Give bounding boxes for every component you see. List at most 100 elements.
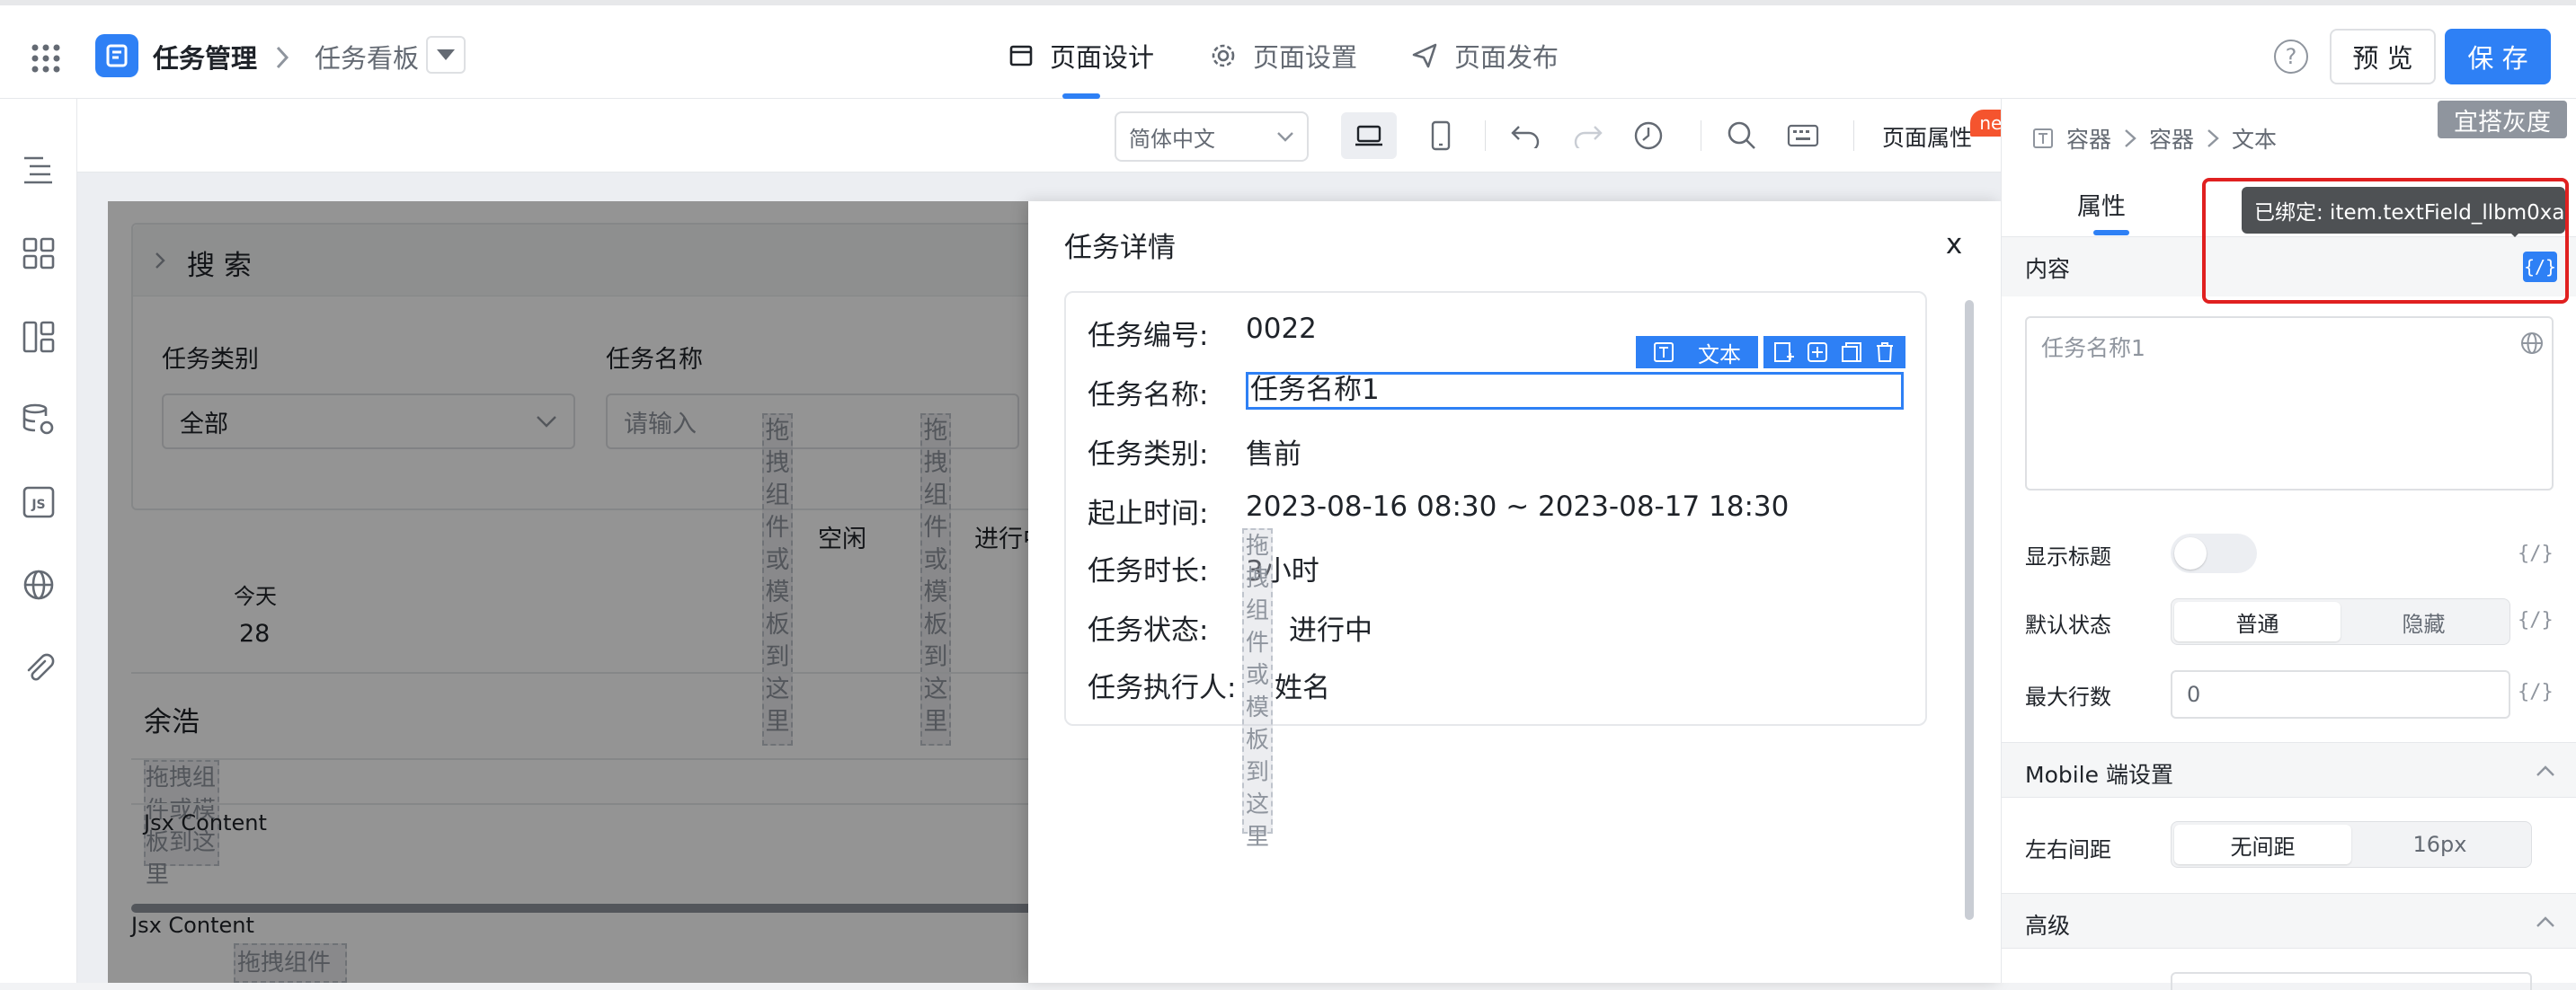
field-value: 姓名 — [1275, 672, 1330, 704]
padding-segmented: 无间距 16px — [2171, 821, 2532, 868]
component-tag[interactable]: 文本 — [1636, 336, 1758, 368]
add-icon[interactable] — [1806, 340, 1829, 364]
app-grid-icon[interactable] — [27, 40, 65, 77]
preview-button[interactable]: 预 览 — [2330, 29, 2436, 84]
redo-icon — [1574, 126, 1603, 148]
tab-properties[interactable]: 属性 — [2077, 187, 2126, 222]
dialog-title: 任务详情 — [1064, 232, 1176, 264]
page-name[interactable]: 任务看板 — [315, 38, 419, 75]
content-textarea[interactable]: 任务名称1 — [2025, 316, 2554, 491]
field-value: 2023-08-16 08:30 ~ 2023-08-17 18:30 — [1246, 491, 1790, 523]
field-label: 任务类别: — [1088, 438, 1209, 471]
shortcut-button[interactable] — [1780, 112, 1826, 159]
save-button[interactable]: 保 存 — [2445, 29, 2551, 84]
vertical-scrollbar[interactable] — [1965, 300, 1974, 920]
search-button[interactable] — [1719, 112, 1765, 159]
variable-bind-button[interactable]: {/} — [2518, 543, 2554, 565]
field-label: 任务编号: — [1088, 320, 1209, 352]
advanced-section-header[interactable]: 高级 — [2002, 893, 2576, 949]
breadcrumb-item[interactable]: 容器 — [2149, 122, 2194, 155]
state-option-normal[interactable]: 普通 — [2174, 602, 2341, 641]
highlight-box — [2202, 178, 2569, 304]
help-icon[interactable]: ? — [2274, 40, 2308, 74]
canvas-toolbar: 简体中文 页面属性 new — [77, 99, 2026, 172]
copy-icon[interactable] — [1840, 340, 1863, 364]
chevron-right-icon — [2207, 129, 2219, 147]
chevron-right-icon — [270, 41, 295, 74]
chevron-up-icon — [2536, 765, 2554, 776]
detail-card: 任务编号: 0022 任务名称: 任务名称1 文本 任务类别: 售前 起止时间:… — [1064, 291, 1927, 851]
chevron-down-icon — [1277, 132, 1293, 142]
design-canvas: 搜 索 任务类别 全部 任务名称 请输入 拖拽组件或模板到这里 拖拽组件或模板到… — [77, 172, 2001, 983]
language-select[interactable]: 简体中文 — [1115, 111, 1309, 162]
js-icon[interactable]: JS — [13, 476, 65, 528]
language-value: 简体中文 — [1129, 126, 1215, 152]
padding-option-none[interactable]: 无间距 — [2174, 825, 2351, 864]
templates-icon[interactable] — [13, 311, 65, 363]
content-label: 内容 — [2025, 256, 2071, 282]
app-name[interactable]: 任务管理 — [153, 38, 257, 75]
selected-text-component[interactable]: 任务名称1 — [1246, 372, 1904, 410]
globe-icon[interactable] — [13, 559, 65, 611]
close-button[interactable]: x — [1936, 226, 1972, 262]
redo-button[interactable] — [1564, 112, 1611, 159]
tab-page-publish[interactable]: 页面发布 — [1411, 32, 1559, 79]
tab-label: 页面发布 — [1454, 42, 1559, 73]
max-lines-input[interactable]: 0 — [2171, 670, 2510, 719]
outline-tree-icon[interactable] — [13, 144, 65, 196]
toolbar-divider — [1853, 120, 1854, 151]
default-state-segmented: 普通 隐藏 — [2171, 598, 2510, 645]
tab-page-settings[interactable]: 页面设置 — [1210, 32, 1357, 79]
mobile-view-button[interactable] — [1413, 112, 1469, 159]
breadcrumb-item[interactable]: 文本 — [2232, 122, 2277, 155]
page-design-icon — [1009, 45, 1033, 66]
advanced-input[interactable] — [2171, 972, 2532, 990]
field-label: 任务状态: — [1088, 614, 1209, 647]
chevron-up-icon — [2536, 916, 2554, 927]
chevron-right-icon — [2125, 129, 2136, 147]
insert-icon[interactable] — [1772, 340, 1796, 364]
field-value: 0022 — [1246, 313, 1317, 345]
field-value: 售前 — [1246, 438, 1301, 471]
field-label: 任务执行人: — [1088, 672, 1237, 704]
left-sidebar: JS — [0, 99, 77, 983]
search-icon — [1728, 121, 1755, 149]
attachment-icon[interactable] — [13, 641, 65, 694]
caret-down-icon — [437, 49, 455, 60]
variable-bind-button[interactable]: {/} — [2518, 681, 2554, 703]
top-bar: 任务管理 任务看板 页面设计 页面设置 页面发布 ? 预 览 保 存 — [0, 0, 2576, 99]
field-value: 进行中 — [1289, 614, 1372, 647]
undo-button[interactable] — [1503, 112, 1550, 159]
field-label: 任务时长: — [1088, 555, 1209, 588]
show-title-switch[interactable] — [2171, 534, 2257, 573]
send-icon — [1412, 43, 1437, 68]
components-icon[interactable] — [13, 227, 65, 279]
page-props-button[interactable]: 页面属性 — [1882, 120, 1972, 153]
mobile-section-header[interactable]: Mobile 端设置 — [2002, 742, 2576, 798]
history-button[interactable] — [1625, 112, 1672, 159]
component-actions — [1763, 336, 1905, 368]
tab-label: 页面设置 — [1253, 42, 1358, 73]
max-lines-label: 最大行数 — [2025, 685, 2111, 710]
switch-knob — [2174, 537, 2207, 570]
desktop-view-button[interactable] — [1341, 112, 1397, 159]
breadcrumb-item[interactable]: 容器 — [2066, 122, 2111, 155]
globe-icon[interactable] — [2519, 331, 2545, 356]
undo-icon — [1511, 126, 1540, 148]
show-title-label: 显示标题 — [2025, 544, 2111, 570]
drop-zone[interactable]: 拖拽组件或模板到这里 — [1242, 528, 1273, 851]
padding-option-16[interactable]: 16px — [2351, 825, 2528, 864]
active-tab-indicator — [2093, 230, 2129, 235]
env-badge: 宜搭灰度 — [2438, 101, 2567, 138]
text-icon — [1654, 342, 1674, 362]
text-component-icon — [2033, 128, 2053, 148]
app-logo-icon — [95, 34, 138, 77]
state-option-hidden[interactable]: 隐藏 — [2341, 602, 2507, 641]
page-switch-dropdown[interactable] — [426, 36, 466, 74]
dialog-mask[interactable] — [108, 201, 1028, 983]
variable-bind-button[interactable]: {/} — [2518, 609, 2554, 632]
delete-icon[interactable] — [1873, 340, 1896, 364]
data-source-icon[interactable] — [13, 393, 65, 446]
tab-page-design[interactable]: 页面设计 — [1008, 32, 1154, 79]
lr-padding-label: 左右间距 — [2025, 837, 2111, 862]
